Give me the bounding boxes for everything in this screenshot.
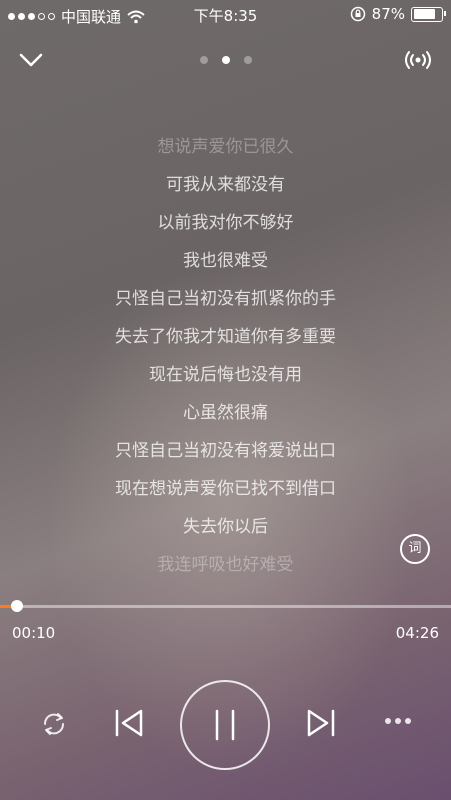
lyric-line: 现在说后悔也没有用 <box>149 365 302 385</box>
lyric-line: 我连呼吸也好难受 <box>157 555 294 575</box>
lyric-line: 失去你以后 <box>183 517 268 537</box>
battery-percent: 87% <box>371 5 405 23</box>
status-right: 87% <box>350 5 446 23</box>
playback-controls <box>0 680 451 770</box>
lyric-line: 可我从来都没有 <box>166 175 285 195</box>
lyric-line: 以前我对你不够好 <box>157 213 294 233</box>
player-top-bar <box>0 40 451 80</box>
lyric-line: 失去了你我才知道你有多重要 <box>115 327 336 347</box>
pause-icon <box>215 709 235 741</box>
lyric-toggle-button[interactable]: 词 <box>400 534 430 564</box>
repeat-icon[interactable] <box>40 710 68 738</box>
total-time: 04:26 <box>395 624 439 642</box>
pause-button[interactable] <box>180 680 270 770</box>
battery-fill <box>413 9 436 19</box>
previous-icon[interactable] <box>113 708 145 738</box>
page-indicator <box>0 56 451 64</box>
broadcast-icon[interactable] <box>403 48 433 72</box>
lyric-line: 只怪自己当初没有将爱说出口 <box>115 441 336 461</box>
page-dot[interactable] <box>221 56 230 64</box>
more-icon[interactable] <box>384 716 412 726</box>
progress-knob[interactable] <box>11 600 24 612</box>
lyric-line: 我也很难受 <box>183 251 268 271</box>
rotation-lock-icon <box>350 6 365 22</box>
next-icon[interactable] <box>305 708 337 738</box>
lyric-line: 心虽然很痛 <box>183 403 268 423</box>
lyric-line: 现在想说声爱你已找不到借口 <box>115 479 336 499</box>
lyric-line: 想说声爱你已很久 <box>157 137 294 157</box>
lyrics-panel[interactable]: 想说声爱你已很久 可我从来都没有 以前我对你不够好 我也很难受只怪自己当初没有抓紧你的… <box>0 128 451 584</box>
lyric-line: 只怪自己当初没有抓紧你的手 <box>115 289 336 309</box>
page-dot[interactable] <box>243 56 252 64</box>
status-bar: 中国联通 下午8:35 87% <box>0 0 451 30</box>
battery-icon <box>411 6 446 22</box>
progress-bar[interactable] <box>0 600 451 612</box>
page-dot[interactable] <box>199 56 208 64</box>
current-time: 00:10 <box>12 624 56 642</box>
